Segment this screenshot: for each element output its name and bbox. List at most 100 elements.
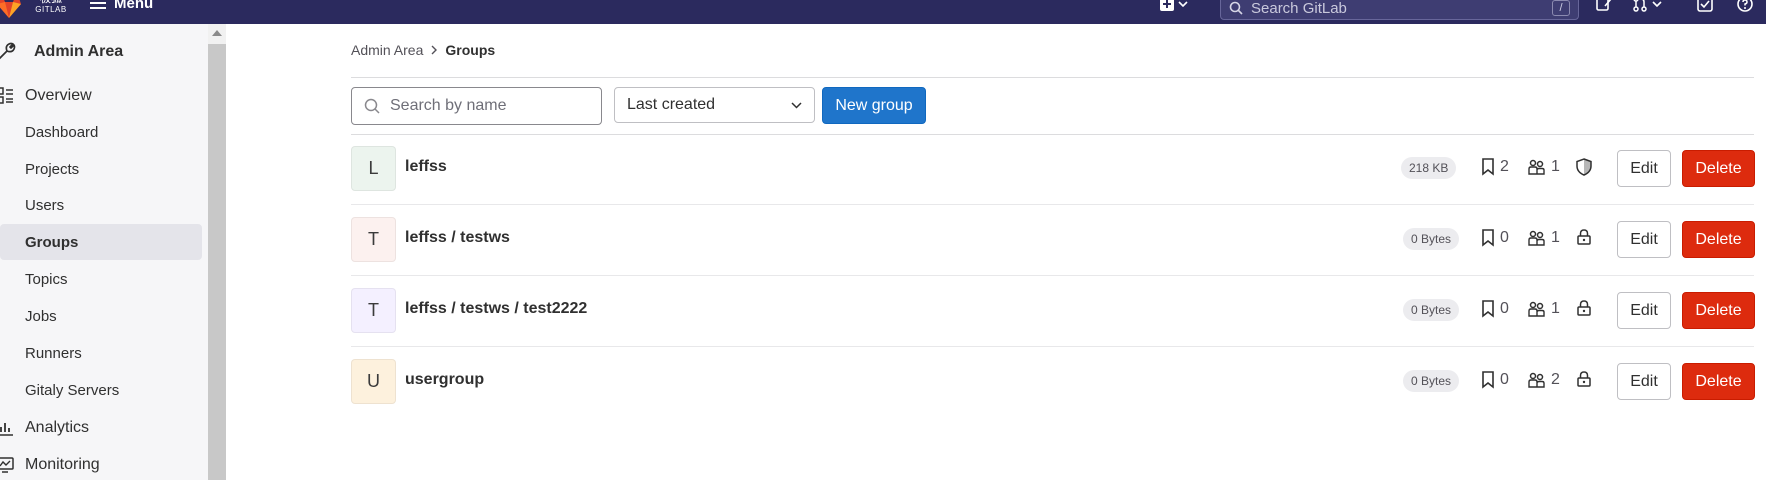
group-row: U usergroup 0 Bytes 0 2 Edit Delete [351,347,1755,418]
sidebar-item-label: Users [25,196,65,214]
merge-request-icon [1633,0,1647,12]
group-name-link[interactable]: leffss / testws / test2222 [405,300,587,318]
check-square-icon [1697,0,1713,12]
group-avatar[interactable]: L [351,146,396,191]
sidebar-item-label: Runners [25,344,82,362]
sidebar-item-label: Topics [25,270,68,288]
group-avatar-initial: T [368,229,379,249]
monitor-icon [0,457,14,473]
todos-button[interactable] [1697,0,1713,14]
projects-count-value: 0 [1500,229,1509,246]
group-search-input[interactable] [390,97,590,115]
members-count: 2 [1528,371,1560,389]
search-shortcut-key: / [1552,0,1570,16]
sidebar-item-runners[interactable]: Runners [0,335,202,371]
edit-group-button[interactable]: Edit [1617,292,1671,329]
shield-icon [1576,158,1592,176]
sidebar-item-topics[interactable]: Topics [0,261,202,297]
sidebar-item-overview[interactable]: Overview [0,78,202,114]
lock-icon [1577,229,1591,245]
delete-group-button[interactable]: Delete [1682,292,1755,329]
help-button[interactable] [1737,0,1753,14]
group-avatar-initial: L [368,158,379,178]
sidebar-item-label: Gitaly Servers [25,381,120,399]
sort-dropdown-value: Last created [627,96,716,113]
scroll-up-arrow-icon[interactable] [212,30,222,36]
group-name-link[interactable]: leffss [405,158,447,176]
chevron-down-icon [791,101,802,109]
search-icon [364,98,380,114]
sidebar-item-label: Analytics [25,419,90,436]
group-avatar[interactable]: T [351,288,396,333]
question-circle-icon [1737,0,1753,12]
group-search-box[interactable] [351,87,602,125]
edit-group-button[interactable]: Edit [1617,221,1671,258]
sidebar-scrollbar[interactable] [208,24,226,480]
menu-button[interactable]: Menu [90,0,153,12]
sort-dropdown[interactable]: Last created [614,87,815,123]
users-icon [1528,230,1545,246]
group-avatar[interactable]: U [351,359,396,404]
members-count: 1 [1528,300,1560,318]
sidebar-item-jobs[interactable]: Jobs [0,298,202,334]
create-new-dropdown[interactable] [1160,0,1188,14]
delete-group-button[interactable]: Delete [1682,150,1755,187]
bookmark-icon [1482,300,1494,318]
global-search-input[interactable] [1251,0,1552,17]
storage-size-badge: 0 Bytes [1403,370,1460,392]
storage-size-badge: 0 Bytes [1403,299,1460,321]
divider [351,77,1754,78]
sidebar-title: Admin Area [34,43,124,60]
group-name-link[interactable]: leffss / testws [405,229,510,247]
users-icon [1528,372,1545,388]
bookmark-icon [1482,158,1494,176]
global-search[interactable]: / [1220,0,1579,20]
edit-group-button[interactable]: Edit [1617,150,1671,187]
sidebar-item-label: Groups [25,233,79,251]
new-group-button[interactable]: New group [822,87,926,124]
sidebar-item-monitoring[interactable]: Monitoring [0,447,202,480]
top-navbar: 极狐 GITLAB Menu / [0,0,1766,24]
projects-count: 0 [1481,229,1509,247]
projects-count-value: 0 [1500,300,1509,317]
members-count-value: 2 [1551,371,1560,388]
hamburger-icon [90,2,106,9]
delete-group-button[interactable]: Delete [1682,363,1755,400]
sidebar-item-label: Projects [25,160,80,178]
plus-square-icon [1160,0,1174,11]
breadcrumb-admin-area[interactable]: Admin Area [351,42,423,58]
group-row: T leffss / testws 0 Bytes 0 1 Edit Delet… [351,205,1755,276]
bookmark-icon [1482,229,1494,247]
members-count-value: 1 [1551,300,1560,317]
sidebar-item-users[interactable]: Users [0,187,202,223]
merge-requests-button[interactable] [1596,0,1612,14]
sidebar-item-dashboard[interactable]: Dashboard [0,114,202,150]
todo-edit-icon [1596,0,1612,11]
overview-icon [0,87,13,104]
chevron-right-icon [431,45,438,55]
sidebar-item-label: Overview [25,87,92,104]
bookmark-icon [1482,371,1494,389]
edit-group-button[interactable]: Edit [1617,363,1671,400]
delete-group-button[interactable]: Delete [1682,221,1755,258]
sidebar-item-projects[interactable]: Projects [0,151,202,187]
sidebar-item-groups[interactable]: Groups [0,224,202,260]
sidebar-item-label: Monitoring [25,456,100,473]
merge-request-dropdown[interactable] [1632,0,1662,14]
sidebar-item-gitaly-servers[interactable]: Gitaly Servers [0,372,202,408]
members-count: 1 [1528,229,1560,247]
members-count: 1 [1528,158,1560,176]
members-count-value: 1 [1551,158,1560,175]
sidebar-item-label: Dashboard [25,123,99,141]
sidebar-item-analytics[interactable]: Analytics [0,410,202,446]
group-row: L leffss 218 KB 2 1 Edit Delete [351,134,1755,205]
projects-count-value: 2 [1500,158,1509,175]
group-name-link[interactable]: usergroup [405,371,484,389]
group-avatar[interactable]: T [351,217,396,262]
gitlab-logo-icon[interactable] [0,0,24,20]
logo-wordmark: 极狐 GITLAB [34,0,68,14]
breadcrumb-groups[interactable]: Groups [445,42,495,58]
chevron-down-icon [1652,1,1662,7]
users-icon [1528,301,1545,317]
projects-count: 2 [1481,158,1509,176]
